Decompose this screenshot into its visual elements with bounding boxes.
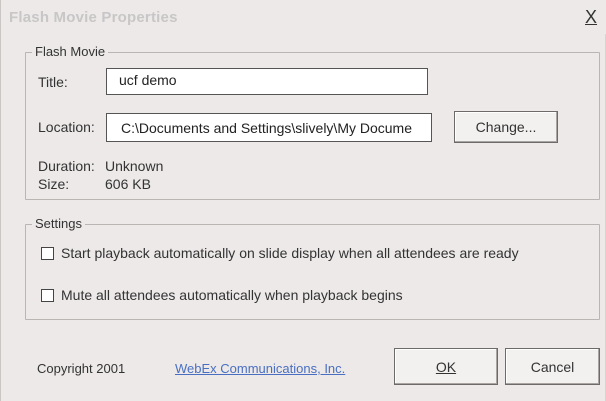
ok-button-label: OK [435,358,457,375]
title-input[interactable]: ucf demo [106,68,428,95]
autostart-option[interactable]: Start playback automatically on slide di… [41,245,519,261]
size-value: 606 KB [105,176,151,192]
cancel-button[interactable]: Cancel [505,348,600,385]
duration-label: Duration: [38,158,95,174]
autostart-label: Start playback automatically on slide di… [61,245,519,261]
title-label: Title: [38,74,68,90]
location-input[interactable]: C:\Documents and Settings\slively\My Doc… [106,113,432,142]
change-button-label: Change... [475,119,537,135]
settings-legend: Settings [32,216,85,231]
mute-option[interactable]: Mute all attendees automatically when pl… [41,287,403,303]
close-icon[interactable]: X [585,8,597,26]
window-title: Flash Movie Properties [9,9,178,26]
title-bar: Flash Movie Properties X [1,0,606,34]
change-button[interactable]: Change... [454,111,558,143]
mute-checkbox[interactable] [41,288,54,302]
close-glyph: X [585,7,598,27]
ok-button[interactable]: OK [394,348,498,385]
mute-label: Mute all attendees automatically when pl… [61,287,403,303]
cancel-button-label: Cancel [530,358,575,375]
size-label: Size: [38,176,70,192]
location-label: Location: [38,119,95,135]
copyright-text: Copyright 2001 [37,361,126,376]
duration-value: Unknown [105,158,164,174]
autostart-checkbox[interactable] [41,246,54,260]
webex-link[interactable]: WebEx Communications, Inc. [175,361,345,376]
flash-movie-properties-dialog: Flash Movie Properties X Flash Movie Tit… [0,0,606,401]
settings-group [25,224,600,320]
flash-movie-legend: Flash Movie [32,44,109,59]
